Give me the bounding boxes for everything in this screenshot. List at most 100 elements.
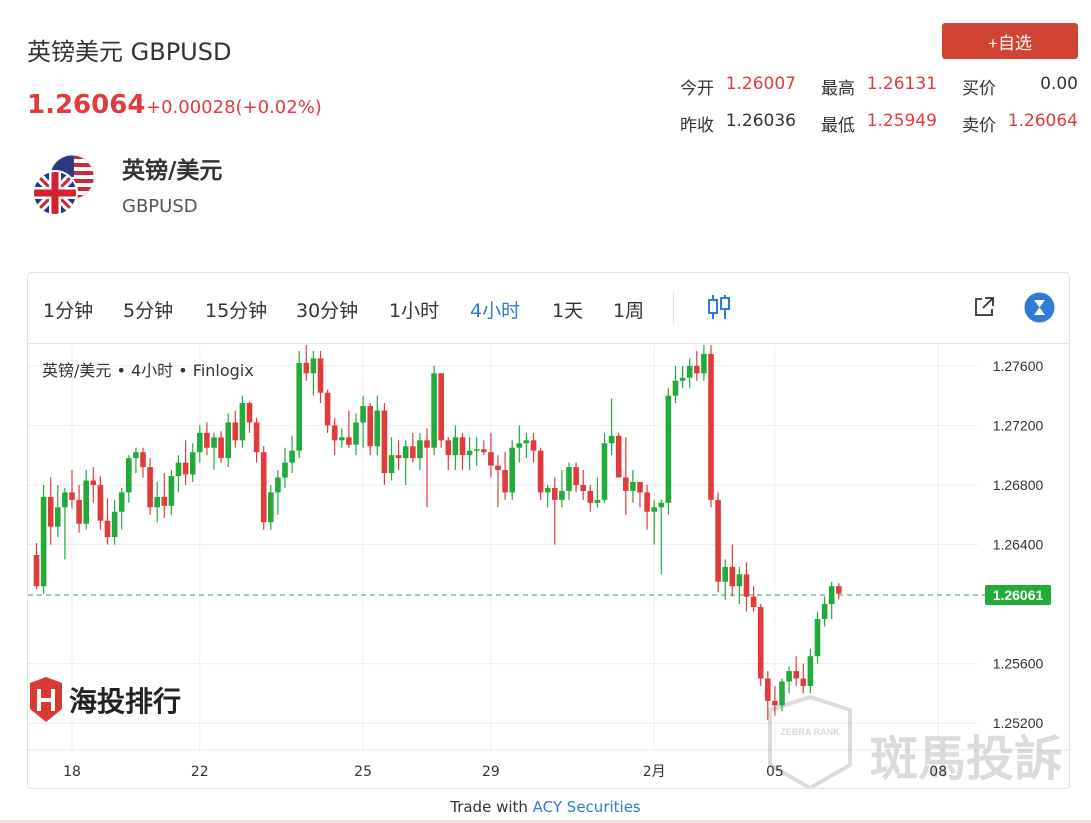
candle-body xyxy=(55,507,61,527)
candle-body xyxy=(395,455,402,459)
open-external-icon[interactable] xyxy=(973,296,995,318)
tab-30min[interactable]: 30分钟 xyxy=(296,296,358,323)
candle xyxy=(118,487,125,530)
tab-1week[interactable]: 1周 xyxy=(613,296,644,323)
candle-body xyxy=(47,496,54,527)
candle-body xyxy=(495,465,501,471)
candle xyxy=(516,425,523,463)
candle-body xyxy=(126,458,132,493)
candle-body xyxy=(694,365,700,374)
candle xyxy=(473,437,480,466)
candle xyxy=(537,447,544,500)
candle-body xyxy=(133,452,139,459)
candle xyxy=(800,663,807,694)
tab-1min[interactable]: 1分钟 xyxy=(43,296,93,323)
candlestick-type-icon[interactable] xyxy=(707,294,731,320)
candle-body xyxy=(757,607,764,679)
candle-body xyxy=(381,410,388,474)
candle xyxy=(175,455,182,493)
candle-body xyxy=(438,373,444,441)
candle xyxy=(260,446,267,530)
high-value: 1.26131 xyxy=(866,74,937,94)
candle xyxy=(189,443,196,482)
add-watchlist-button[interactable]: +自选 xyxy=(942,23,1078,59)
candle-body xyxy=(239,403,246,441)
candle xyxy=(488,432,494,478)
candle xyxy=(324,389,331,433)
candle-body xyxy=(260,452,267,523)
candle-body xyxy=(339,437,345,441)
candle xyxy=(573,462,579,493)
candle-body xyxy=(161,496,168,506)
candle-body xyxy=(665,395,672,503)
candle-body xyxy=(466,450,473,456)
candle xyxy=(381,403,388,485)
tab-4hour[interactable]: 4小时 xyxy=(470,296,520,323)
candle xyxy=(601,432,608,503)
candle xyxy=(743,562,750,612)
broker-link[interactable]: ACY Securities xyxy=(533,798,641,816)
candle xyxy=(126,455,132,503)
open-value: 1.26007 xyxy=(725,74,796,94)
candle xyxy=(161,473,168,518)
candle xyxy=(793,656,799,686)
candle xyxy=(708,345,714,508)
candle xyxy=(395,440,402,471)
candle xyxy=(686,358,693,389)
candle-body xyxy=(90,480,97,485)
footer-credit: Trade with ACY Securities xyxy=(0,798,1091,816)
candle xyxy=(836,583,842,600)
hourglass-icon[interactable] xyxy=(1024,292,1055,323)
page-title: 英镑美元 GBPUSD xyxy=(27,38,232,66)
candle-body xyxy=(445,440,452,456)
candle xyxy=(481,440,487,456)
x-tick-label: 2月 xyxy=(643,764,666,780)
candle-body xyxy=(175,462,182,477)
candle xyxy=(665,388,672,515)
prev-close-value: 1.26036 xyxy=(725,111,796,131)
tab-15min[interactable]: 15分钟 xyxy=(205,296,267,323)
pair-name: 英镑/美元 xyxy=(122,158,223,184)
candle-body xyxy=(232,422,239,441)
candle-body xyxy=(76,499,82,524)
candle xyxy=(246,401,253,433)
candle-body xyxy=(544,487,551,493)
candle-body xyxy=(211,437,217,448)
y-tick-label: 1.27200 xyxy=(993,417,1044,433)
x-tick-label: 18 xyxy=(63,764,81,780)
candle xyxy=(623,437,629,515)
candle-body xyxy=(367,406,373,447)
candle-body xyxy=(118,492,125,512)
low-label: 最低 xyxy=(821,116,855,136)
candle-body xyxy=(62,492,68,508)
tab-1hour[interactable]: 1小时 xyxy=(389,296,439,323)
candle-body xyxy=(481,449,487,453)
candle-body xyxy=(559,490,565,500)
candle-body xyxy=(388,455,395,474)
candle xyxy=(587,484,594,512)
candle xyxy=(523,432,530,459)
candle xyxy=(268,484,274,530)
candle xyxy=(55,484,61,538)
zebra-watermark-text: 斑馬投訴 xyxy=(870,731,1062,787)
candle-body xyxy=(509,447,515,493)
x-tick-label: 29 xyxy=(482,764,500,780)
toolbar-divider xyxy=(673,292,674,324)
candle xyxy=(310,350,317,396)
candle xyxy=(466,437,473,471)
x-tick-label: 05 xyxy=(766,764,784,780)
tab-5min[interactable]: 5分钟 xyxy=(123,296,173,323)
candle xyxy=(197,425,203,463)
candle xyxy=(509,440,515,500)
candlestick-chart[interactable]: ZEBRA RANK 斑馬投訴 1.26061 1.27600 1.27200 1.… xyxy=(28,345,1069,788)
candle xyxy=(253,417,260,463)
candle xyxy=(722,559,728,600)
candle-body xyxy=(686,365,693,378)
candle xyxy=(651,499,657,545)
tab-1day[interactable]: 1天 xyxy=(552,296,583,323)
candle xyxy=(147,458,153,515)
y-tick-label: 1.25200 xyxy=(993,715,1044,731)
candle-body xyxy=(552,487,558,500)
candle-body xyxy=(743,574,750,597)
candle-body xyxy=(814,618,821,657)
